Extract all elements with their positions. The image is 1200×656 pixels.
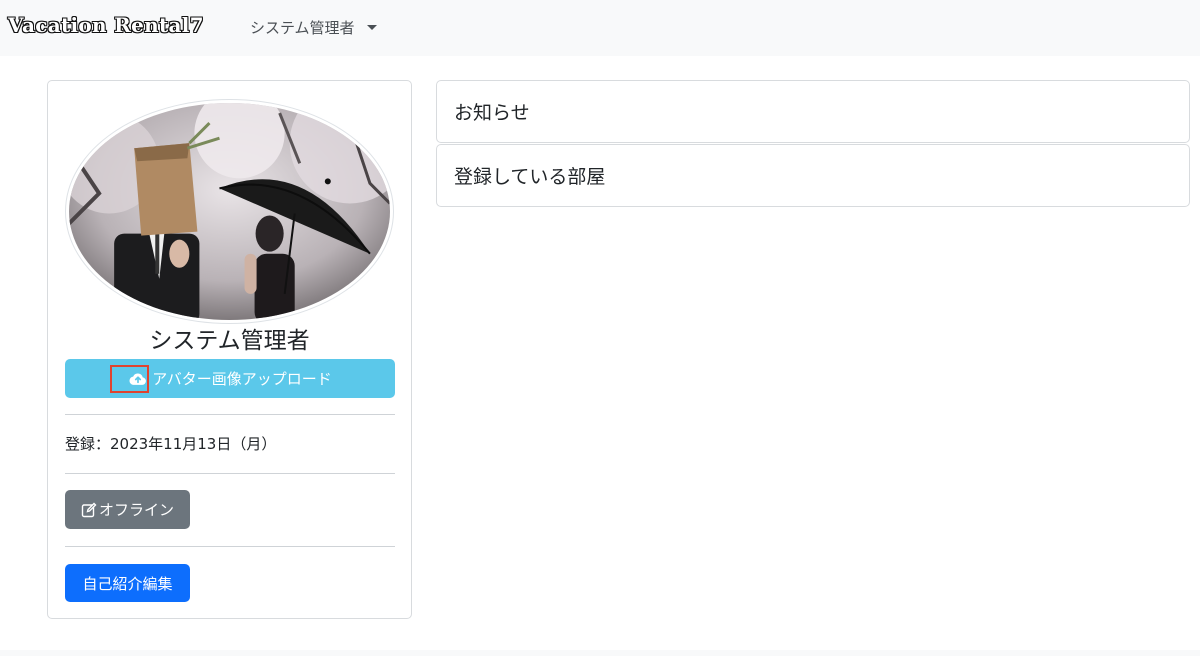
user-menu-label: システム管理者 [250, 19, 355, 37]
caret-down-icon [366, 25, 377, 30]
notice-panel: お知らせ [436, 80, 1190, 143]
footer-strip [0, 650, 1200, 656]
cloud-upload-icon [129, 372, 147, 385]
brand-logo[interactable]: Vacation Rental7 [8, 13, 204, 37]
divider [65, 546, 395, 547]
profile-card: システム管理者 アバター画像アップロード 登録：2023年11月13日（月） オ… [47, 80, 412, 619]
avatar-upload-label: アバター画像アップロード [152, 370, 332, 388]
divider [65, 473, 395, 474]
rooms-panel: 登録している部屋 [436, 144, 1190, 207]
status-offline-button[interactable]: オフライン [65, 490, 190, 529]
edit-intro-button[interactable]: 自己紹介編集 [65, 564, 190, 602]
notice-panel-title: お知らせ [454, 102, 530, 124]
status-offline-label: オフライン [98, 501, 174, 519]
edit-icon [81, 502, 97, 517]
registration-date: 登録：2023年11月13日（月） [65, 435, 277, 453]
profile-name: システム管理者 [149, 328, 310, 354]
avatar [69, 103, 390, 320]
rooms-panel-title: 登録している部屋 [454, 166, 606, 188]
top-navbar: Vacation Rental7 システム管理者 [0, 0, 1200, 56]
avatar-frame [65, 99, 394, 324]
avatar-upload-button[interactable]: アバター画像アップロード [65, 359, 395, 398]
user-menu-dropdown[interactable]: システム管理者 [250, 17, 377, 38]
divider [65, 414, 395, 415]
